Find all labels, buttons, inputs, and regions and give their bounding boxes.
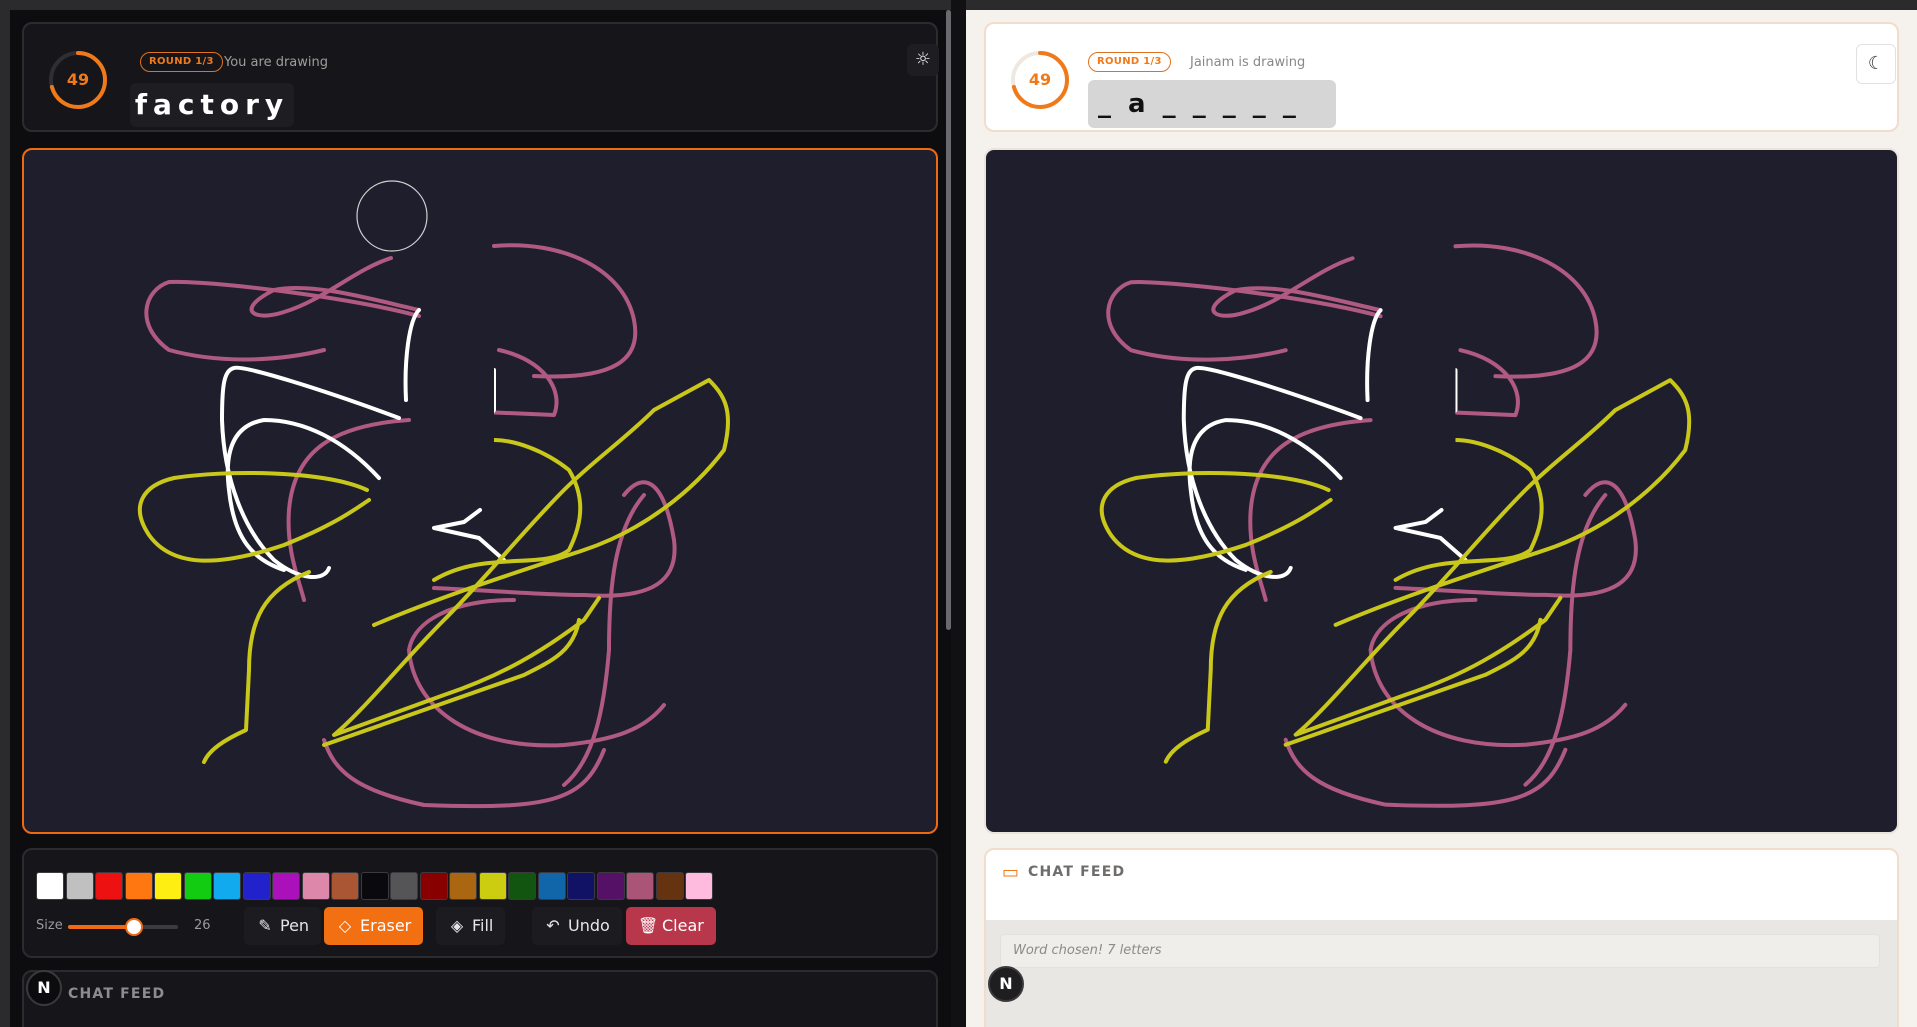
color-swatch[interactable]: [685, 872, 713, 900]
timer-value: 49: [1028, 70, 1052, 89]
color-swatch[interactable]: [272, 872, 300, 900]
color-swatch[interactable]: [419, 872, 448, 900]
fill-button[interactable]: ◈ Fill: [436, 907, 506, 945]
size-label: Size: [36, 918, 63, 933]
round-timer: 49: [46, 48, 110, 112]
drawer-chat-feed: CHAT FEED: [22, 970, 938, 1027]
n-avatar-badge[interactable]: N: [26, 970, 62, 1006]
color-swatch[interactable]: [478, 872, 507, 900]
word-hint: _ a _ _ _ _ _: [1088, 80, 1336, 128]
drawing-status: You are drawing: [224, 55, 328, 70]
size-value: 26: [194, 918, 211, 933]
color-swatch[interactable]: [213, 872, 241, 900]
theme-toggle-button[interactable]: ☾: [1856, 44, 1896, 84]
undo-button[interactable]: ↶ Undo: [532, 907, 622, 945]
color-swatch[interactable]: [390, 872, 418, 900]
pen-label: Pen: [280, 916, 310, 935]
color-swatch[interactable]: [154, 872, 182, 900]
fill-label: Fill: [472, 916, 494, 935]
chat-feed-title: CHAT FEED: [1028, 864, 1126, 880]
color-swatch[interactable]: [449, 872, 477, 900]
clear-button[interactable]: 🗑 Clear: [626, 907, 716, 945]
color-swatch[interactable]: [596, 872, 625, 900]
round-badge: ROUND 1/3: [140, 52, 223, 72]
color-swatch[interactable]: [508, 872, 536, 900]
secret-word: factory: [130, 83, 294, 127]
color-swatch[interactable]: [242, 872, 271, 900]
sun-icon: ☼: [914, 49, 932, 70]
chat-messages: Word chosen! 7 letters: [986, 920, 1897, 1027]
n-avatar-badge[interactable]: N: [988, 966, 1024, 1002]
chat-feed-title: CHAT FEED: [68, 986, 166, 1002]
chat-bubble-icon: ▭: [1002, 862, 1020, 883]
eraser-button[interactable]: ◇ Eraser: [324, 907, 424, 945]
guesser-header: 49 ROUND 1/3 Jainam is drawing _ a _ _ _…: [984, 22, 1899, 132]
color-swatch[interactable]: [95, 872, 123, 900]
color-swatch[interactable]: [537, 872, 566, 900]
drawer-header: 49 ROUND 1/3 You are drawing factory ☼: [22, 22, 939, 132]
round-timer: 49: [1008, 48, 1072, 112]
color-swatch[interactable]: [360, 872, 389, 900]
trash-icon: 🗑: [638, 916, 659, 935]
undo-label: Undo: [568, 916, 610, 935]
round-badge: ROUND 1/3: [1088, 52, 1171, 72]
paint-bucket-icon: ◈: [450, 916, 464, 935]
panel-divider: [951, 0, 966, 1027]
eraser-icon: ◇: [338, 916, 352, 935]
color-swatch[interactable]: [567, 872, 595, 900]
color-swatch[interactable]: [183, 872, 212, 900]
color-swatch[interactable]: [124, 872, 153, 900]
drawing-toolbar: Size 26 ✎ Pen ◇ Eraser ◈ Fill ↶ Undo 🗑 Clear: [22, 848, 938, 958]
guesser-panel: 49 ROUND 1/3 Jainam is drawing _ a _ _ _…: [966, 10, 1917, 1027]
pencil-icon: ✎: [258, 916, 272, 935]
undo-icon: ↶: [546, 916, 560, 935]
color-swatch[interactable]: [331, 872, 359, 900]
eraser-label: Eraser: [360, 916, 412, 935]
color-swatch[interactable]: [301, 872, 330, 900]
guesser-chat-feed: ▭ CHAT FEED Word chosen! 7 letters: [984, 848, 1899, 1027]
color-swatch[interactable]: [65, 872, 94, 900]
color-swatch[interactable]: [36, 872, 64, 900]
timer-value: 49: [66, 70, 90, 89]
theme-toggle-button[interactable]: ☼: [907, 44, 939, 76]
drawer-panel: 49 ROUND 1/3 You are drawing factory ☼ S…: [10, 10, 951, 1027]
color-swatch[interactable]: [655, 872, 684, 900]
color-swatch[interactable]: [626, 872, 654, 900]
size-slider-thumb[interactable]: [125, 918, 143, 936]
system-message: Word chosen! 7 letters: [1000, 934, 1880, 968]
viewer-canvas: [984, 148, 1899, 834]
drawing-canvas[interactable]: [22, 148, 938, 834]
moon-icon: ☾: [1867, 53, 1885, 74]
drawing-status: Jainam is drawing: [1190, 55, 1306, 70]
clear-label: Clear: [662, 916, 704, 935]
pen-button[interactable]: ✎ Pen: [244, 907, 322, 945]
